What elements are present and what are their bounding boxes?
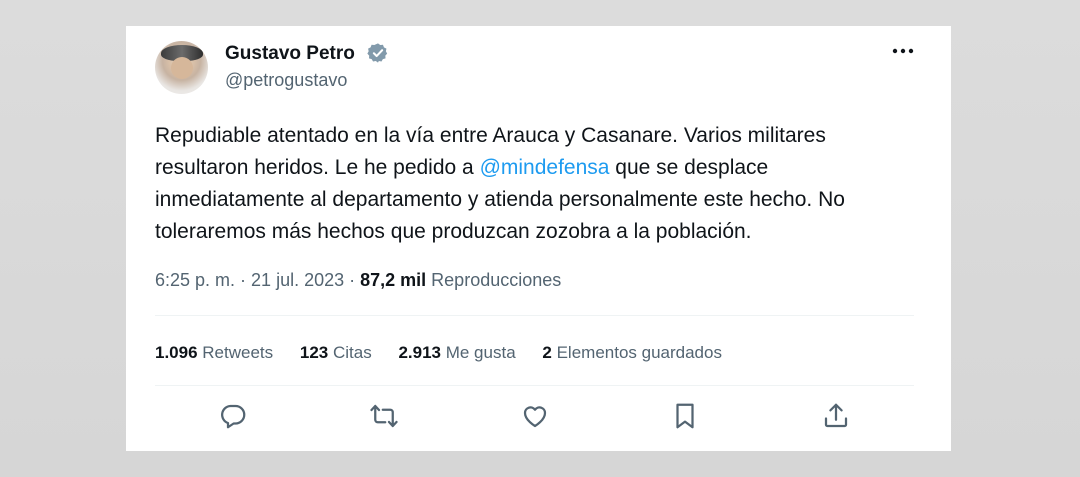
- meta-separator: ·: [344, 270, 361, 290]
- mention-link[interactable]: @mindefensa: [480, 156, 610, 179]
- quotes-count: 123: [299, 343, 329, 362]
- divider: [155, 385, 914, 386]
- views-count: 87,2 mil: [360, 270, 427, 290]
- author-handle[interactable]: @petrogustavo: [225, 70, 347, 91]
- bookmark-icon[interactable]: [670, 401, 700, 431]
- tweet-date[interactable]: 21 jul. 2023: [251, 270, 344, 290]
- author-name[interactable]: Gustavo Petro: [225, 43, 355, 65]
- likes-stat[interactable]: 2.913 Me gusta: [398, 343, 515, 362]
- bookmarks-stat[interactable]: 2 Elementos guardados: [542, 343, 722, 362]
- tweet-actions-bar: [126, 401, 951, 435]
- reply-icon[interactable]: [218, 401, 248, 431]
- retweets-label: Retweets: [197, 343, 274, 362]
- like-icon[interactable]: [520, 401, 550, 431]
- tweet-meta: 6:25 p. m. · 21 jul. 2023 · 87,2 mil Rep…: [155, 270, 561, 291]
- verified-badge-icon: [367, 43, 388, 63]
- tweet-text: Repudiable atentado en la vía entre Arau…: [155, 120, 915, 248]
- author-avatar[interactable]: [155, 41, 208, 94]
- tweet-time[interactable]: 6:25 p. m.: [155, 270, 235, 290]
- likes-count: 2.913: [398, 343, 441, 362]
- retweets-count: 1.096: [155, 343, 198, 362]
- bookmarks-count: 2: [542, 343, 552, 362]
- quotes-label: Citas: [328, 343, 372, 362]
- share-icon[interactable]: [821, 401, 851, 431]
- meta-separator: ·: [235, 270, 252, 290]
- more-options-icon[interactable]: [891, 44, 915, 58]
- divider: [155, 315, 914, 316]
- views-label: Reproducciones: [426, 270, 562, 290]
- bookmarks-label: Elementos guardados: [551, 343, 722, 362]
- tweet-card: Gustavo Petro @petrogustavo Repudiable a…: [126, 26, 951, 451]
- avatar-face-shape: [171, 57, 193, 79]
- retweet-icon[interactable]: [369, 401, 399, 431]
- retweets-stat[interactable]: 1.096 Retweets: [155, 343, 273, 362]
- engagement-stats: 1.096 Retweets 123 Citas 2.913 Me gusta …: [155, 343, 744, 363]
- quotes-stat[interactable]: 123 Citas: [300, 343, 372, 362]
- likes-label: Me gusta: [441, 343, 516, 362]
